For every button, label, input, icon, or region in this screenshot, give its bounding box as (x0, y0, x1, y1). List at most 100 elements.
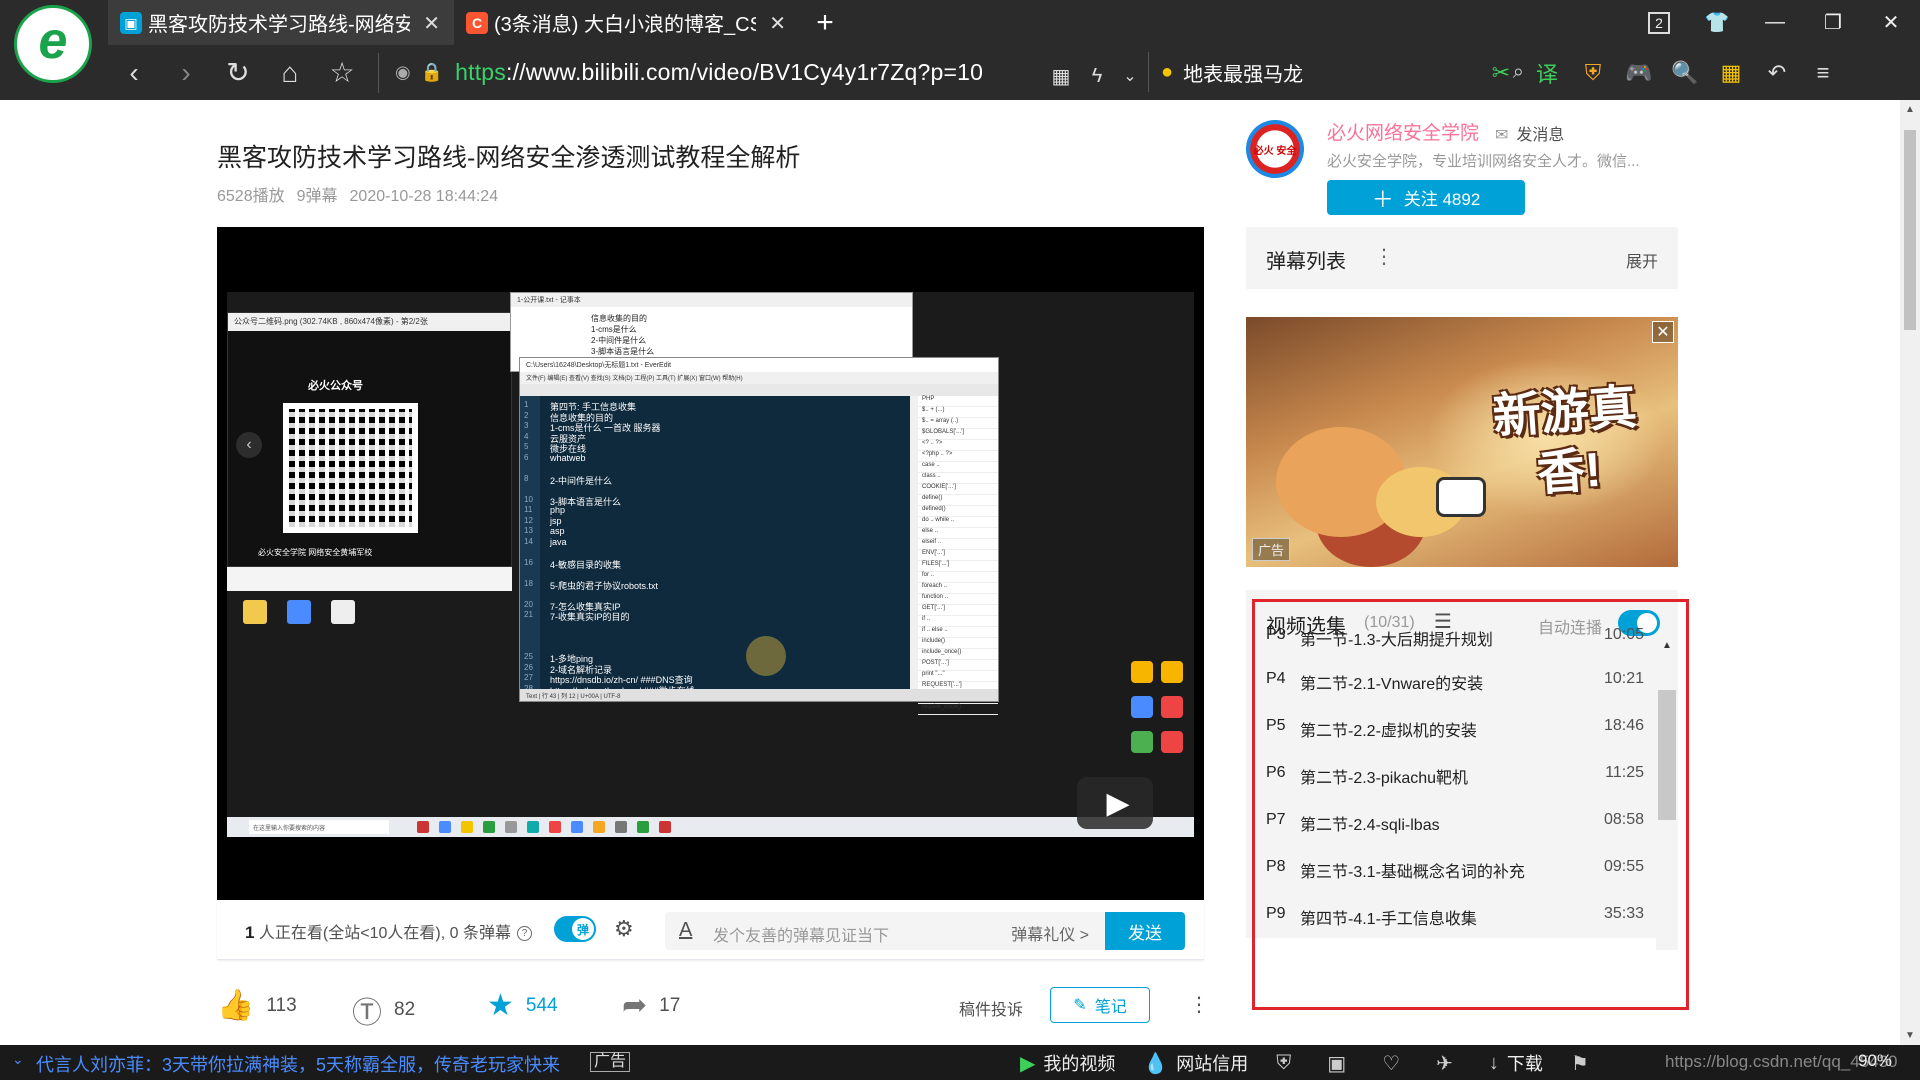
episode-item[interactable]: P3 第一节-1.3-大后期提升规划 10:05 (1246, 626, 1656, 656)
translate-icon[interactable]: 译 (1524, 53, 1570, 93)
chevron-down-icon[interactable]: ⌄ (12, 1051, 24, 1068)
danmaku-input[interactable]: A 发个友善的弹幕见证当下 弹幕礼仪 > (665, 912, 1105, 950)
like-button[interactable]: 👍 113 (217, 988, 297, 1023)
function-list-item: COOKIE['...'] (918, 484, 998, 495)
tab-csdn[interactable]: C (3条消息) 大白小浪的博客_CSDN ✕ (454, 0, 800, 45)
font-style-icon[interactable]: A (679, 919, 692, 942)
editor-toolbar (520, 384, 998, 396)
episode-id: P6 (1266, 764, 1286, 781)
function-list-item: case .. (918, 462, 998, 473)
chevron-down-icon[interactable]: ⌄ (1115, 54, 1145, 98)
shield-plugin-icon[interactable]: ⛨ (1570, 53, 1616, 93)
minimize-button[interactable]: — (1746, 0, 1804, 45)
new-tab-button[interactable]: + (800, 0, 850, 45)
undo-icon[interactable]: ↶ (1754, 53, 1800, 93)
note-line: 1-cms是什么 (591, 325, 637, 334)
danmaku-etiquette-link[interactable]: 弹幕礼仪 > (1011, 921, 1089, 945)
qr-title: 必火公众号 (308, 380, 363, 392)
coin-button[interactable]: Ⓣ 82 (352, 988, 415, 1032)
scroll-thumb[interactable] (1658, 690, 1676, 820)
tab-count-button[interactable]: 2 (1630, 0, 1688, 45)
function-list-item: ENV['...'] (918, 550, 998, 561)
tab-bilibili[interactable]: ▣ 黑客攻防技术学习路线-网络安 ✕ (108, 0, 454, 45)
favorite-button[interactable]: ★ 544 (487, 988, 558, 1023)
flag-icon[interactable]: ⚑ (1571, 1051, 1597, 1076)
cursor-highlight (746, 636, 786, 676)
episode-duration: 10:05 (1603, 626, 1644, 643)
lightning-icon[interactable]: ϟ (1079, 54, 1115, 98)
promo-text[interactable]: 代言人刘亦菲：3天带你拉满神装，5天称霸全服，传奇老玩家快来 (36, 1051, 560, 1077)
episode-item[interactable]: P7 第二节-2.4-sqli-lbas 08:58 (1246, 797, 1656, 844)
uploader-name[interactable]: 必火网络安全学院 (1327, 118, 1479, 145)
episode-item[interactable]: P4 第二节-2.1-Vnware的安装 10:21 (1246, 656, 1656, 703)
scroll-up-icon[interactable]: ▲ (1900, 104, 1920, 115)
site-credit-button[interactable]: 💧 网站信用 (1143, 1050, 1248, 1076)
image-icon[interactable]: ▣ (1327, 1051, 1354, 1076)
danmaku-list-header[interactable]: 弹幕列表 ⋮ 展开 (1246, 227, 1678, 289)
menu-icon[interactable]: ≡ (1800, 53, 1846, 93)
download-button[interactable]: ↓ 下载 (1489, 1050, 1543, 1076)
url-text[interactable]: https://www.bilibili.com/video/BV1Cy4y1r… (455, 59, 983, 86)
chevron-left-icon[interactable]: ‹ (236, 432, 262, 458)
function-list-item: function .. (918, 594, 998, 605)
page-scrollbar[interactable]: ▲ ▼ (1900, 100, 1920, 1045)
apps-grid-icon[interactable]: ▦ (1708, 53, 1754, 93)
refresh-icon[interactable]: ↻ (212, 51, 264, 95)
bookmark-star-icon[interactable]: ☆ (316, 51, 368, 95)
download-icon: ↓ (1488, 1051, 1499, 1074)
scroll-up-icon[interactable]: ▲ (1662, 640, 1672, 651)
episode-item-current[interactable]: P10第四节-4.2-怎么收集真实IP50:20 (1246, 938, 1656, 950)
magnifier-plugin-icon[interactable]: 🔍 (1662, 53, 1708, 93)
scroll-thumb[interactable] (1904, 130, 1916, 330)
danmaku-settings-icon[interactable]: ⚙ (614, 916, 642, 942)
play-button[interactable]: ▶ (1077, 777, 1153, 829)
heart-icon[interactable]: ♡ (1382, 1051, 1408, 1076)
follow-button[interactable]: ＋关注 4892 (1327, 180, 1525, 215)
send-button[interactable]: 发送 (1105, 912, 1185, 950)
share-button[interactable]: ➦ 17 (622, 988, 680, 1023)
close-tab-icon[interactable]: ✕ (769, 11, 786, 36)
back-icon[interactable]: ‹ (108, 51, 160, 95)
qr-code-icon[interactable]: ▦ (1043, 54, 1079, 98)
search-input[interactable]: 地表最强马龙 (1183, 58, 1513, 87)
function-list-item: PHP (918, 396, 998, 407)
close-icon[interactable]: ✕ (1652, 321, 1674, 343)
skin-icon[interactable]: 👕 (1688, 0, 1746, 45)
forward-icon[interactable]: › (160, 51, 212, 95)
close-tab-icon[interactable]: ✕ (423, 11, 440, 36)
more-options-icon[interactable]: ⋮ (1189, 992, 1209, 1017)
danmaku-toggle[interactable]: 弹 (554, 916, 596, 942)
more-options-icon[interactable]: ⋮ (1374, 244, 1394, 269)
shield-icon[interactable]: ⛨ (1276, 1052, 1299, 1075)
episode-item[interactable]: P5 第二节-2.2-虚拟机的安装 18:46 (1246, 703, 1656, 750)
browser-logo-icon[interactable]: e (14, 5, 92, 83)
playlist-scrollbar[interactable]: ▲ (1656, 636, 1678, 950)
code-line-number: 10 (524, 494, 533, 504)
zoom-level[interactable]: 90% (1858, 1051, 1892, 1071)
video-player[interactable]: 公众号二维码.png (302.74KB , 860x474像素) - 第2/2… (217, 227, 1204, 900)
game-controller-icon[interactable]: 🎮 (1616, 53, 1662, 93)
ad-banner[interactable]: 新游真香! ✕ 广告 (1246, 317, 1678, 567)
home-icon[interactable]: ⌂ (264, 51, 316, 95)
episode-item[interactable]: P8 第三节-3.1-基础概念名词的补充 09:55 (1246, 844, 1656, 891)
episode-name: 第二节-2.2-虚拟机的安装 (1300, 723, 1477, 740)
episode-item[interactable]: P9 第四节-4.1-手工信息收集 35:33 (1246, 891, 1656, 938)
address-bar[interactable]: ◉ 🔒 https://www.bilibili.com/video/BV1Cy… (378, 52, 1098, 93)
my-video-button[interactable]: ▶ 我的视频 (1020, 1050, 1115, 1076)
expand-link[interactable]: 展开 (1626, 248, 1658, 272)
restore-button[interactable]: ❐ (1804, 0, 1862, 45)
help-icon[interactable]: ? (516, 926, 532, 942)
window-controls: 2 👕 — ❐ ✕ (1630, 0, 1920, 45)
report-link[interactable]: 稿件投诉 (959, 996, 1023, 1020)
uploader-avatar[interactable]: 必火 安全 (1246, 120, 1304, 178)
send-message-link[interactable]: ✉ 发消息 (1495, 121, 1564, 145)
episode-item[interactable]: P6 第二节-2.3-pikachu靶机 11:25 (1246, 750, 1656, 797)
close-window-button[interactable]: ✕ (1862, 0, 1920, 45)
scroll-down-icon[interactable]: ▼ (1900, 1030, 1920, 1041)
scissors-icon[interactable]: ✂ (1478, 53, 1524, 93)
note-button[interactable]: ✎ 笔记 (1050, 987, 1150, 1023)
bilibili-tv-mascot (1436, 477, 1486, 517)
pin-icon[interactable]: ✈ (1436, 1051, 1461, 1076)
function-list-item: for .. (918, 572, 998, 583)
code-line-number: 12 (524, 515, 533, 525)
